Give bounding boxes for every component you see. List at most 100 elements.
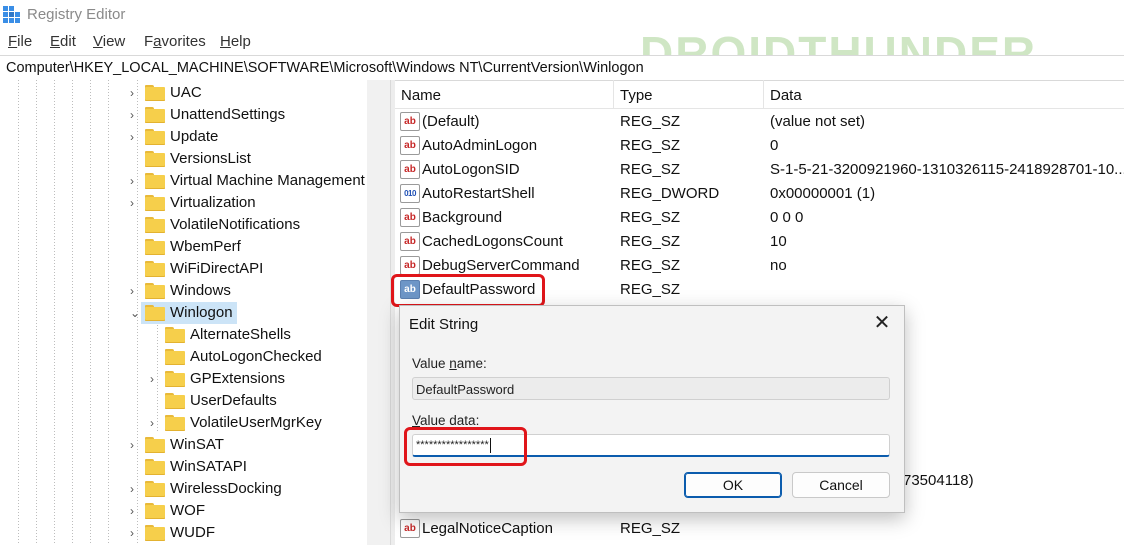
tree-item[interactable]: WinSATAPI [0,456,367,478]
folder-icon [165,349,185,365]
highlight-value-data [404,427,527,466]
cancel-button[interactable]: Cancel [792,472,890,498]
column-header-type[interactable]: Type [620,87,653,104]
string-value-icon: ab [400,160,420,179]
folder-icon [165,371,185,387]
value-name: CachedLogonsCount [422,233,563,250]
chevron-right-icon[interactable]: › [130,284,140,298]
chevron-right-icon[interactable]: › [130,130,140,144]
chevron-right-icon[interactable]: › [150,372,160,386]
value-type: REG_SZ [620,113,681,130]
key-tree[interactable]: › UAC › UnattendSettings › Update VersionsList… [0,80,392,545]
value-type: REG_DWORD [620,185,720,202]
registry-editor-icon [3,6,20,23]
tree-item[interactable]: › Virtualization [0,192,367,214]
menu-edit[interactable]: Edit [50,33,76,50]
tree-item-label: VolatileUserMgrKey [190,414,322,431]
chevron-right-icon[interactable]: › [130,86,140,100]
tree-item[interactable]: › WirelessDocking [0,478,367,500]
ok-button[interactable]: OK [684,472,782,498]
folder-icon [145,217,165,233]
value-data: (value not set) [770,113,866,130]
folder-icon [145,459,165,475]
value-data: 0 0 0 [770,209,804,226]
edit-string-dialog: Edit String ✕ Value name: DefaultPasswor… [399,305,905,513]
tree-item-label: VersionsList [170,150,251,167]
menu-help[interactable]: Help [220,33,251,50]
tree-item[interactable]: ⌄ Winlogon [0,302,367,324]
tree-item[interactable]: › VolatileUserMgrKey [0,412,367,434]
folder-icon [145,283,165,299]
value-name: LegalNoticeCaption [422,520,553,537]
menu-file[interactable]: File [8,33,32,50]
tree-item[interactable]: UserDefaults [0,390,367,412]
tree-item[interactable]: VolatileNotifications [0,214,367,236]
table-row[interactable]: 010 AutoRestartShell REG_DWORD 0x00000001 (… [395,181,1124,205]
tree-item-label: WinSATAPI [170,458,247,475]
value-type: REG_SZ [620,161,681,178]
value-name: Background [422,209,503,226]
menu-bar: File Edit View Favorites Help [0,32,1124,54]
tree-item[interactable]: › UAC [0,82,367,104]
value-data: S-1-5-21-3200921960-1310326115-241892870… [770,161,1124,178]
tree-item-label: WUDF [170,524,215,541]
tree-scrollbar[interactable] [367,80,390,545]
chevron-right-icon[interactable]: › [130,108,140,122]
chevron-right-icon[interactable]: › [130,438,140,452]
chevron-right-icon[interactable]: › [150,416,160,430]
tree-item[interactable]: › WOF [0,500,367,522]
table-row[interactable]: ab AutoAdminLogon REG_SZ 0 [395,133,1124,157]
column-divider[interactable] [763,80,764,108]
address-path[interactable]: Computer\HKEY_LOCAL_MACHINE\SOFTWARE\Mic… [6,60,644,76]
chevron-right-icon[interactable]: › [130,526,140,540]
menu-favorites[interactable]: Favorites [144,33,206,50]
table-row[interactable]: ab AutoLogonSID REG_SZ S-1-5-21-3200921960-… [395,157,1124,181]
string-value-icon: ab [400,208,420,227]
close-icon[interactable]: ✕ [870,312,894,334]
folder-icon [145,503,165,519]
tree-item[interactable]: AlternateShells [0,324,367,346]
table-row[interactable]: ab Background REG_SZ 0 0 0 [395,205,1124,229]
string-value-icon: ab [400,256,420,275]
tree-item[interactable]: › WUDF [0,522,367,544]
string-value-icon: ab [400,232,420,251]
table-row[interactable]: ab LegalNoticeCaption REG_SZ [395,516,1124,540]
tree-item[interactable]: VersionsList [0,148,367,170]
chevron-right-icon[interactable]: › [130,196,140,210]
value-data: no [770,257,787,274]
address-bar[interactable]: Computer\HKEY_LOCAL_MACHINE\SOFTWARE\Mic… [0,55,1124,81]
tree-item-label: VolatileNotifications [170,216,301,233]
tree-item[interactable]: › Windows [0,280,367,302]
tree-item-label: WiFiDirectAPI [170,260,264,277]
value-name: AutoRestartShell [422,185,535,202]
column-header-data[interactable]: Data [770,87,802,104]
table-row[interactable]: ab (Default) REG_SZ (value not set) [395,109,1124,133]
value-name-field: DefaultPassword [412,377,890,400]
dialog-title: Edit String [409,316,479,333]
chevron-right-icon[interactable]: › [130,482,140,496]
tree-item[interactable]: › WinSAT [0,434,367,456]
tree-item[interactable]: › Update [0,126,367,148]
table-row[interactable]: ab CachedLogonsCount REG_SZ 10 [395,229,1124,253]
column-divider[interactable] [613,80,614,108]
column-header-name[interactable]: Name [401,87,441,104]
chevron-down-icon[interactable]: ⌄ [130,306,140,320]
menu-view[interactable]: View [93,33,125,50]
tree-item[interactable]: WbemPerf [0,236,367,258]
chevron-right-icon[interactable]: › [130,174,140,188]
tree-item[interactable]: WiFiDirectAPI [0,258,367,280]
tree-item[interactable]: › GPExtensions [0,368,367,390]
chevron-right-icon[interactable]: › [130,504,140,518]
tree-item-label: Update [170,128,219,145]
value-data: 10 [770,233,787,250]
folder-icon [145,107,165,123]
window-title: Registry Editor [27,6,126,23]
folder-icon [165,327,185,343]
tree-item[interactable]: AutoLogonChecked [0,346,367,368]
value-data-label: Value data: [412,413,480,428]
tree-item-label: Virtualization [170,194,256,211]
tree-item[interactable]: › Virtual Machine Management [0,170,367,192]
tree-item-label: UnattendSettings [170,106,286,123]
tree-item[interactable]: › UnattendSettings [0,104,367,126]
value-name: AutoLogonSID [422,161,520,178]
